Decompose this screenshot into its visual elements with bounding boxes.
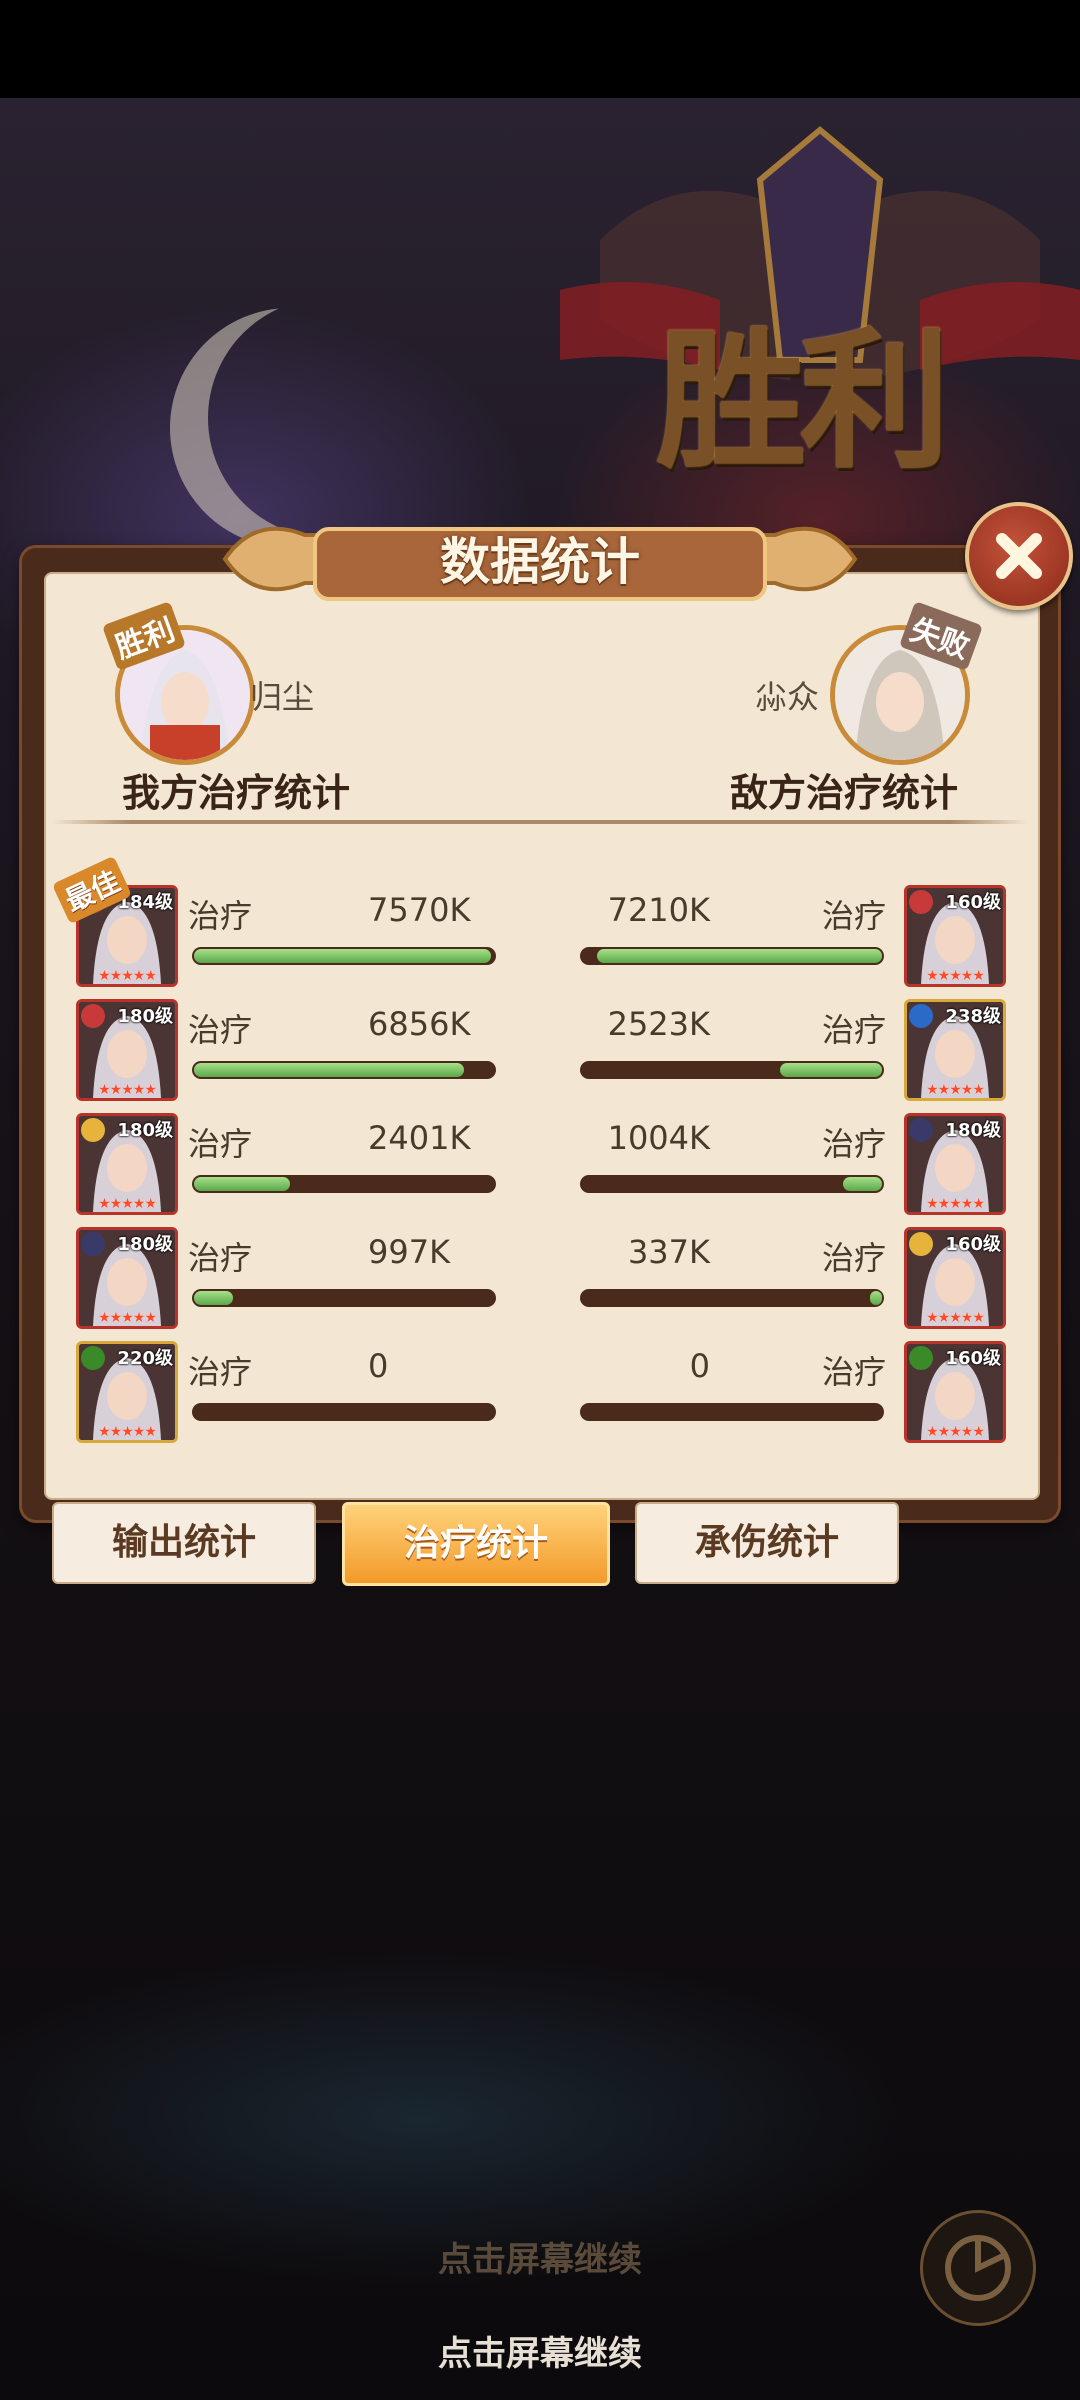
star-rating: ★★★★★ bbox=[98, 1310, 157, 1326]
continue-hint-faded: 点击屏幕继续 bbox=[438, 2240, 642, 2280]
tab-damage-stats[interactable]: 输出统计 bbox=[52, 1502, 316, 1584]
element-icon bbox=[909, 1232, 933, 1256]
hero-level: 180级 bbox=[117, 1006, 173, 1027]
pie-chart-button[interactable] bbox=[920, 2210, 1036, 2326]
enemy-team-section-label: 敌方治疗统计 bbox=[730, 771, 959, 815]
right-hero-portrait[interactable]: 238级 ★★★★★ bbox=[904, 999, 1006, 1101]
my-team-section-label: 我方治疗统计 bbox=[122, 771, 351, 815]
heal-bar-fill bbox=[194, 1063, 464, 1077]
hero-level: 160级 bbox=[945, 1348, 1001, 1369]
hero-level: 238级 bbox=[945, 1006, 1001, 1027]
victory-title: 胜利 bbox=[655, 313, 950, 489]
right-heal-value: 1004K bbox=[607, 1119, 710, 1157]
panel-title: 数据统计 bbox=[440, 533, 640, 591]
left-heal-bar bbox=[192, 1061, 496, 1079]
star-rating: ★★★★★ bbox=[98, 1424, 157, 1440]
element-icon bbox=[81, 1004, 105, 1028]
right-heal-value: 7210K bbox=[607, 891, 710, 929]
element-icon bbox=[909, 1118, 933, 1142]
right-heal-label: 治疗 bbox=[822, 897, 887, 935]
heal-bar-fill bbox=[597, 949, 882, 963]
right-heal-label: 治疗 bbox=[822, 1125, 887, 1163]
heal-bar-fill bbox=[870, 1291, 882, 1305]
right-hero-portrait[interactable]: 180级 ★★★★★ bbox=[904, 1113, 1006, 1215]
element-icon bbox=[909, 1346, 933, 1370]
enemy-player-name: 尛众 bbox=[755, 678, 820, 716]
hero-level: 180级 bbox=[117, 1120, 173, 1141]
tab-damage-taken-stats[interactable]: 承伤统计 bbox=[635, 1502, 899, 1584]
left-hero-portrait[interactable]: 220级 ★★★★★ bbox=[76, 1341, 178, 1443]
right-hero-portrait[interactable]: 160级 ★★★★★ bbox=[904, 885, 1006, 987]
right-heal-value: 337K bbox=[627, 1233, 710, 1271]
heal-bar-fill bbox=[194, 949, 491, 963]
hero-level: 220级 bbox=[117, 1348, 173, 1369]
left-heal-bar bbox=[192, 1289, 496, 1307]
star-rating: ★★★★★ bbox=[926, 968, 985, 984]
hero-level: 160级 bbox=[945, 1234, 1001, 1255]
left-heal-value: 997K bbox=[368, 1233, 451, 1271]
heal-bar-fill bbox=[194, 1291, 233, 1305]
left-heal-label: 治疗 bbox=[188, 1011, 253, 1049]
star-rating: ★★★★★ bbox=[926, 1196, 985, 1212]
left-hero-portrait[interactable]: 180级 ★★★★★ bbox=[76, 999, 178, 1101]
close-icon bbox=[996, 533, 1042, 579]
star-rating: ★★★★★ bbox=[98, 968, 157, 984]
tab-heal-stats[interactable]: 治疗统计 bbox=[342, 1502, 610, 1586]
left-heal-value: 7570K bbox=[368, 891, 471, 929]
element-icon bbox=[81, 1118, 105, 1142]
hero-level: 160级 bbox=[945, 892, 1001, 913]
star-rating: ★★★★★ bbox=[98, 1196, 157, 1212]
element-icon bbox=[81, 1232, 105, 1256]
heal-bar-fill bbox=[843, 1177, 882, 1191]
left-heal-bar bbox=[192, 947, 496, 965]
right-heal-value: 0 bbox=[689, 1347, 710, 1385]
left-heal-label: 治疗 bbox=[188, 1125, 253, 1163]
divider bbox=[52, 820, 1028, 824]
heal-bar-fill bbox=[194, 1177, 290, 1191]
star-rating: ★★★★★ bbox=[926, 1424, 985, 1440]
close-button[interactable] bbox=[965, 502, 1073, 610]
left-heal-value: 6856K bbox=[368, 1005, 471, 1043]
left-heal-label: 治疗 bbox=[188, 897, 253, 935]
pie-chart-icon bbox=[945, 2235, 1011, 2301]
right-heal-value: 2523K bbox=[607, 1005, 710, 1043]
right-heal-bar bbox=[580, 1403, 884, 1421]
left-heal-label: 治疗 bbox=[188, 1353, 253, 1391]
continue-hint[interactable]: 点击屏幕继续 bbox=[0, 2326, 1080, 2375]
left-heal-bar bbox=[192, 1175, 496, 1193]
hero-level: 180级 bbox=[945, 1120, 1001, 1141]
right-heal-bar bbox=[580, 1175, 884, 1193]
star-rating: ★★★★★ bbox=[926, 1082, 985, 1098]
right-heal-bar bbox=[580, 1061, 884, 1079]
star-rating: ★★★★★ bbox=[926, 1310, 985, 1326]
heal-bar-fill bbox=[780, 1063, 882, 1077]
element-icon bbox=[909, 1004, 933, 1028]
element-icon bbox=[909, 890, 933, 914]
left-heal-value: 0 bbox=[368, 1347, 389, 1385]
right-hero-portrait[interactable]: 160级 ★★★★★ bbox=[904, 1227, 1006, 1329]
left-hero-portrait[interactable]: 180级 ★★★★★ bbox=[76, 1113, 178, 1215]
hero-level: 180级 bbox=[117, 1234, 173, 1255]
my-player-name: 归尘 bbox=[250, 678, 315, 716]
star-rating: ★★★★★ bbox=[98, 1082, 157, 1098]
right-heal-bar bbox=[580, 947, 884, 965]
left-heal-bar bbox=[192, 1403, 496, 1421]
right-heal-bar bbox=[580, 1289, 884, 1307]
right-heal-label: 治疗 bbox=[822, 1239, 887, 1277]
right-heal-label: 治疗 bbox=[822, 1353, 887, 1391]
right-heal-label: 治疗 bbox=[822, 1011, 887, 1049]
left-heal-value: 2401K bbox=[368, 1119, 471, 1157]
right-hero-portrait[interactable]: 160级 ★★★★★ bbox=[904, 1341, 1006, 1443]
left-heal-label: 治疗 bbox=[188, 1239, 253, 1277]
status-bar-area bbox=[0, 0, 1080, 98]
element-icon bbox=[81, 1346, 105, 1370]
left-hero-portrait[interactable]: 180级 ★★★★★ bbox=[76, 1227, 178, 1329]
